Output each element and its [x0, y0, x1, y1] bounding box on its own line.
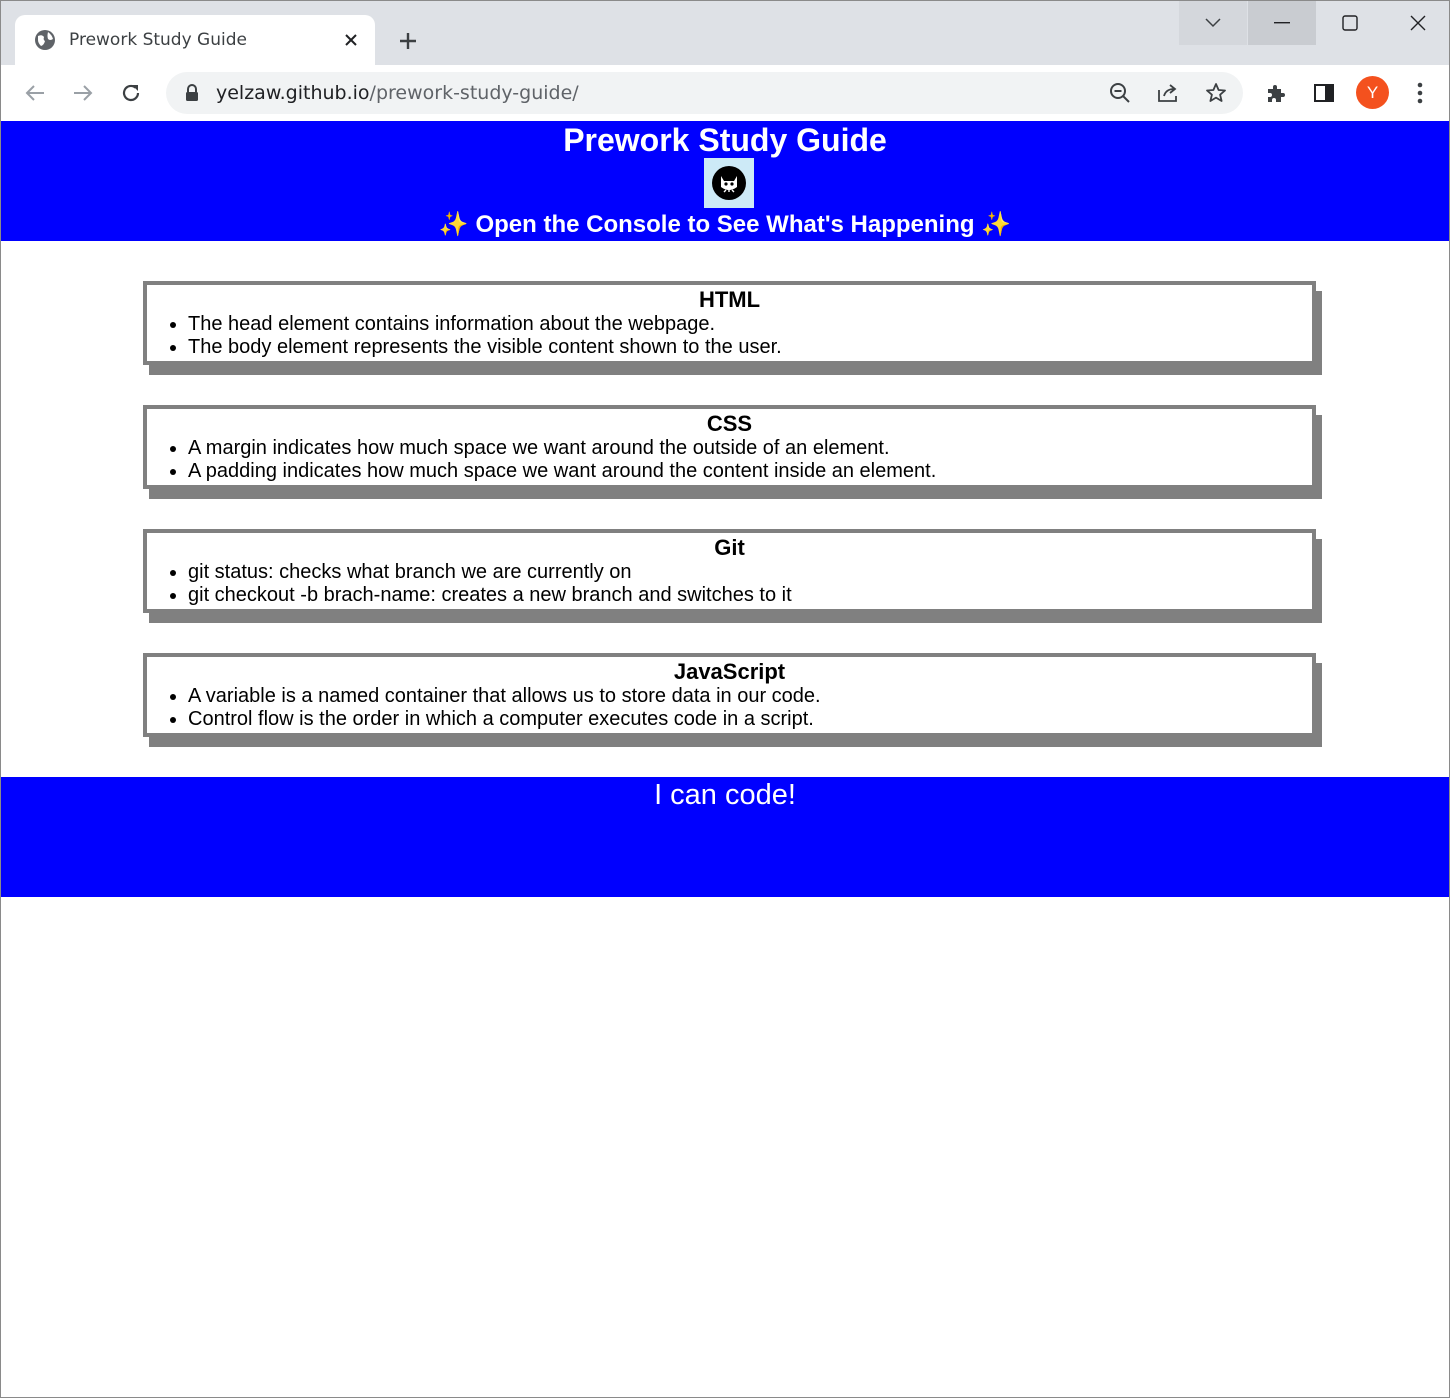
tab-search-button[interactable] — [1179, 1, 1247, 45]
list-item: git status: checks what branch we are cu… — [188, 561, 1312, 584]
section-heading: HTML — [698, 287, 761, 312]
list-item: git checkout -b brach-name: creates a ne… — [188, 584, 1312, 607]
section-list: A variable is a named container that all… — [147, 685, 1312, 731]
globe-icon — [34, 29, 56, 51]
page-subtitle: ✨ Open the Console to See What's Happeni… — [1, 209, 1449, 241]
section-css: CSS A margin indicates how much space we… — [143, 405, 1316, 489]
section-html: HTML The head element contains informati… — [143, 281, 1316, 365]
browser-toolbar: yelzaw.github.io/prework-study-guide/ Y — [1, 65, 1449, 122]
more-menu-icon[interactable] — [1404, 77, 1436, 109]
logo — [704, 158, 754, 208]
reload-button[interactable] — [114, 76, 148, 110]
tab-title: Prework Study Guide — [69, 30, 247, 50]
close-window-button[interactable] — [1384, 1, 1449, 45]
section-list: git status: checks what branch we are cu… — [147, 561, 1312, 607]
section-heading: Git — [714, 535, 745, 560]
url-path: /prework-study-guide/ — [369, 82, 579, 104]
cat-logo-icon — [712, 166, 746, 200]
page-header: Prework Study Guide ✨ Open the Console t… — [1, 121, 1449, 241]
back-button[interactable] — [18, 76, 52, 110]
extensions-icon[interactable] — [1260, 77, 1292, 109]
list-item: Control flow is the order in which a com… — [188, 708, 1312, 731]
tab-prework-study-guide[interactable]: Prework Study Guide — [15, 15, 375, 65]
section-list: A margin indicates how much space we wan… — [147, 437, 1312, 483]
sparkles-icon: ✨ — [438, 211, 469, 238]
url-text[interactable]: yelzaw.github.io/prework-study-guide/ — [216, 82, 579, 104]
section-javascript: JavaScript A variable is a named contain… — [143, 653, 1316, 737]
profile-avatar[interactable]: Y — [1356, 76, 1389, 109]
share-icon[interactable] — [1154, 79, 1182, 107]
page-title: Prework Study Guide — [563, 122, 887, 158]
section-heading: JavaScript — [673, 659, 786, 684]
maximize-button[interactable] — [1316, 1, 1384, 45]
sparkles-icon: ✨ — [981, 211, 1012, 238]
address-bar[interactable]: yelzaw.github.io/prework-study-guide/ — [166, 72, 1243, 114]
section-git: Git git status: checks what branch we ar… — [143, 529, 1316, 613]
new-tab-button[interactable] — [393, 26, 423, 56]
url-host: yelzaw.github.io — [216, 82, 370, 104]
page-footer: I can code! — [1, 777, 1449, 897]
zoom-out-icon[interactable] — [1106, 79, 1134, 107]
side-panel-icon[interactable] — [1308, 77, 1340, 109]
lock-icon[interactable] — [184, 83, 200, 103]
browser-window: Prework Study Guide yelzaw.github.io/pre… — [0, 0, 1450, 1398]
forward-button[interactable] — [66, 76, 100, 110]
list-item: A padding indicates how much space we wa… — [188, 460, 1312, 483]
list-item: The head element contains information ab… — [188, 313, 1312, 336]
minimize-button[interactable] — [1248, 1, 1316, 45]
list-item: A margin indicates how much space we wan… — [188, 437, 1312, 460]
close-tab-icon[interactable] — [339, 28, 363, 52]
subtitle-text: Open the Console to See What's Happening — [475, 211, 975, 238]
list-item: A variable is a named container that all… — [188, 685, 1312, 708]
bookmark-star-icon[interactable] — [1202, 79, 1230, 107]
list-item: The body element represents the visible … — [188, 336, 1312, 359]
tab-strip: Prework Study Guide — [1, 1, 1449, 65]
section-list: The head element contains information ab… — [147, 313, 1312, 359]
footer-text: I can code! — [654, 779, 796, 811]
page-viewport: Prework Study Guide ✨ Open the Console t… — [1, 121, 1449, 1397]
section-heading: CSS — [706, 411, 753, 436]
